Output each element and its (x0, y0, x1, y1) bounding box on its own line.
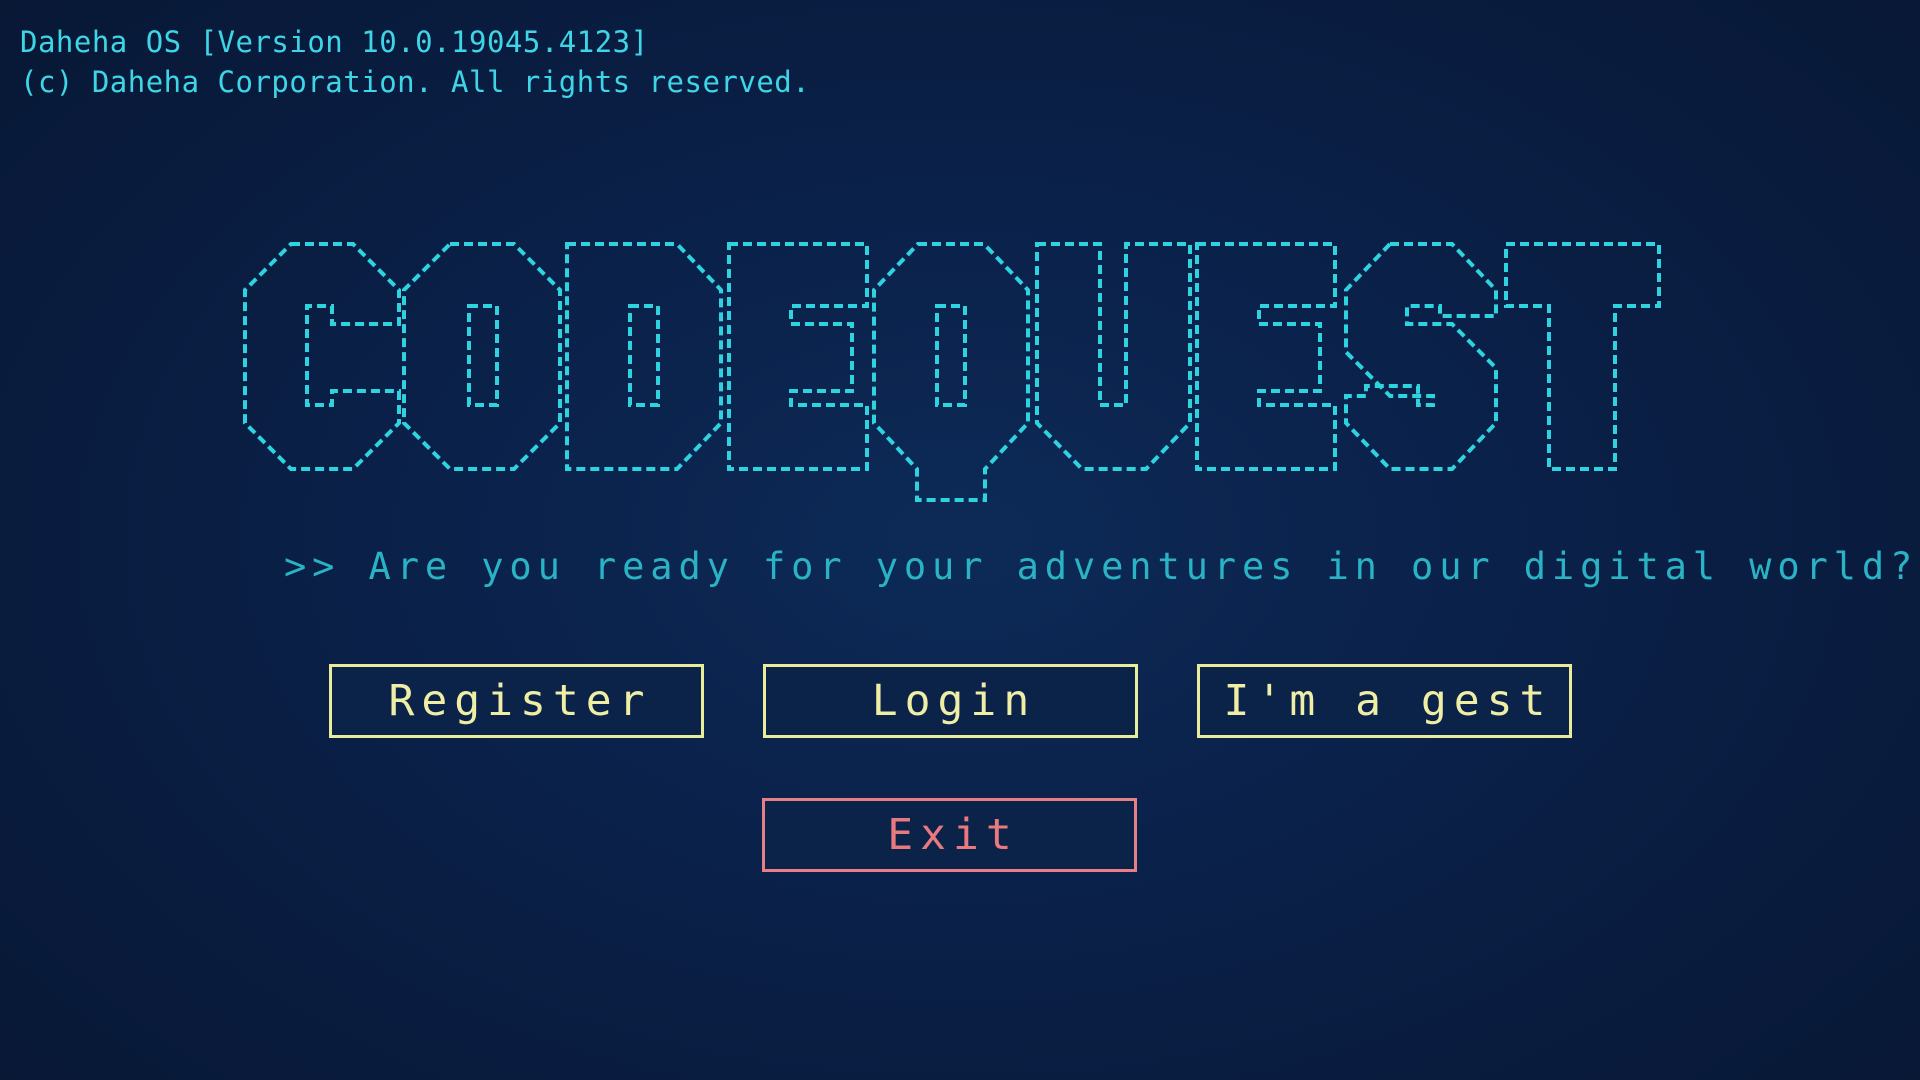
logo-letter-q (872, 242, 1030, 502)
guest-button-label: I'm a gest (1223, 676, 1553, 726)
exit-button[interactable]: Exit (762, 798, 1137, 872)
logo-letter-s (1344, 242, 1498, 471)
logo-letter-e2 (1195, 242, 1337, 471)
copyright-text: (c) Daheha Corporation. All rights reser… (20, 65, 811, 99)
os-version-text: Daheha OS [Version 10.0.19045.4123] (20, 25, 649, 59)
logo-letter-d (565, 242, 723, 471)
register-button[interactable]: Register (329, 664, 704, 738)
login-button[interactable]: Login (763, 664, 1138, 738)
tagline-prompt: >> Are you ready for your adventures in … (284, 545, 1919, 588)
guest-button[interactable]: I'm a gest (1197, 664, 1572, 738)
codequest-logo (243, 242, 1661, 502)
register-button-label: Register (388, 676, 652, 726)
logo-letter-t (1504, 242, 1661, 471)
logo-letter-e (727, 242, 869, 471)
logo-letter-o (402, 242, 562, 471)
logo-letter-c (243, 242, 401, 471)
login-button-label: Login (871, 676, 1037, 726)
logo-letter-u (1035, 242, 1192, 471)
exit-button-label: Exit (887, 810, 1019, 860)
system-banner: Daheha OS [Version 10.0.19045.4123] (c) … (20, 22, 810, 102)
